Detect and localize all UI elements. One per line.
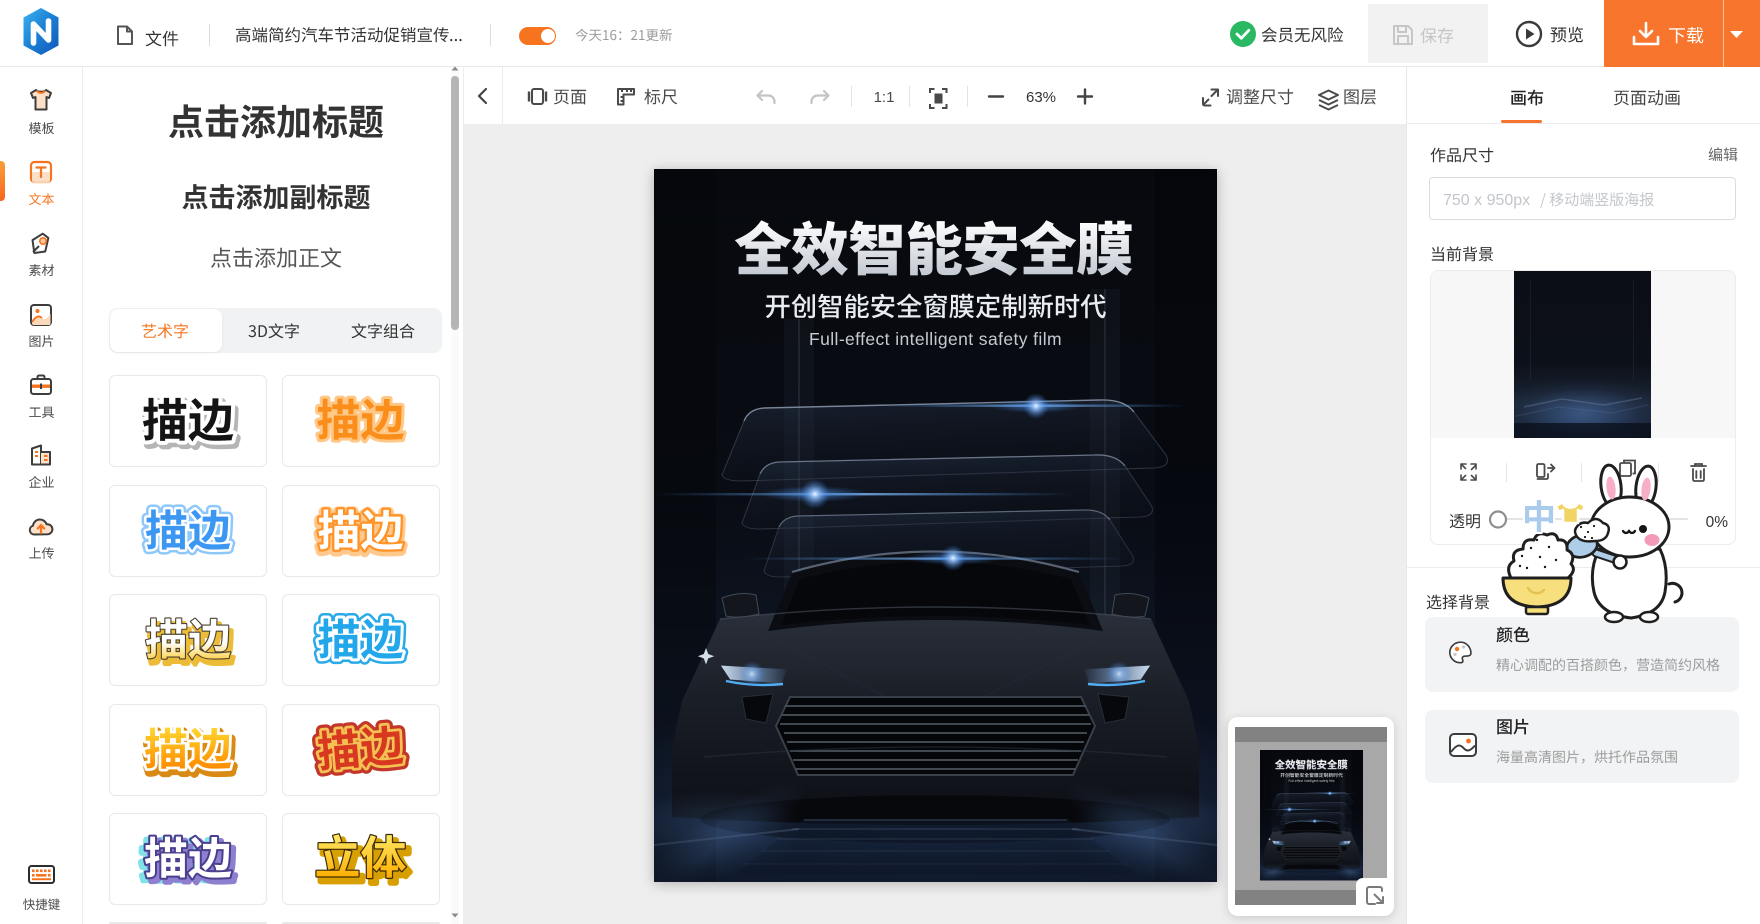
svg-text:0%: 0% [1706, 514, 1729, 531]
svg-text:750 x 950px: 750 x 950px [1443, 192, 1530, 209]
svg-text:63%: 63% [1026, 89, 1056, 106]
svg-text:1:1: 1:1 [874, 89, 895, 106]
